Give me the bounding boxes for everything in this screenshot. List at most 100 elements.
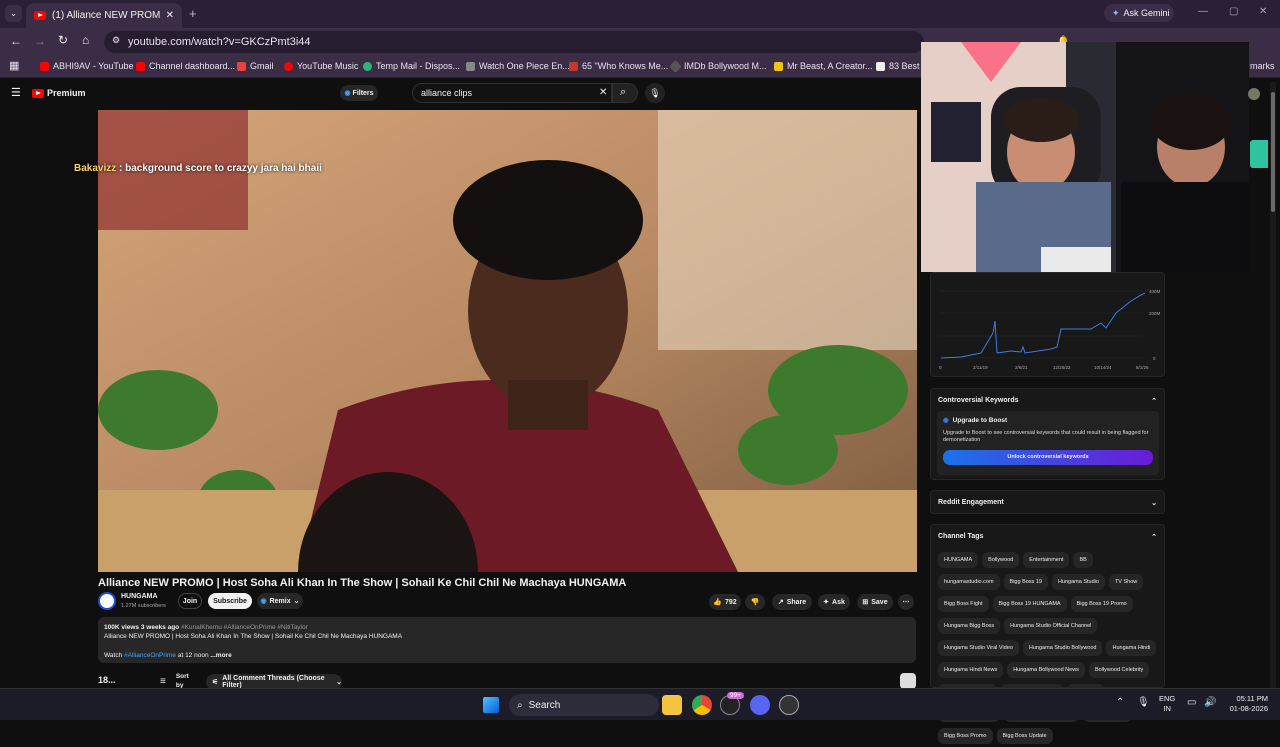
channel-tag-chip[interactable]: Bigg Boss Update bbox=[996, 728, 1053, 744]
channel-tag-chip[interactable]: Hungama Bigg Boss bbox=[938, 618, 1001, 634]
gemini-icon: ✦ bbox=[1112, 7, 1120, 18]
volume-icon[interactable]: 🔊 bbox=[1204, 697, 1216, 708]
card-header[interactable]: Controversial Keywords ⌃ bbox=[931, 389, 1164, 413]
language-indicator[interactable]: ENG IN bbox=[1159, 694, 1175, 714]
bookmark-item[interactable]: Watch One Piece En... bbox=[466, 61, 570, 71]
bookmark-label: 65 "Who Knows Me... bbox=[582, 61, 669, 71]
chevron-down-icon: ⌄ bbox=[293, 598, 300, 605]
taskbar-search[interactable]: ⌕ Search bbox=[509, 694, 659, 716]
description-text: at 12 noon bbox=[176, 652, 209, 659]
close-tab-icon[interactable]: ✕ bbox=[166, 10, 174, 21]
bookmark-item[interactable]: YouTube Music bbox=[284, 61, 358, 71]
channel-tag-chip[interactable]: hungamastudio.com bbox=[938, 574, 1000, 590]
bookmark-item[interactable]: 65 "Who Knows Me... bbox=[569, 61, 668, 71]
forward-icon[interactable]: → bbox=[34, 34, 46, 48]
channel-tag-chip[interactable]: Hungama Studio Bollywood bbox=[1022, 640, 1103, 656]
upgrade-title: Upgrade to Boost bbox=[952, 416, 1008, 424]
channel-tag-chip[interactable]: Bigg Boss Promo bbox=[938, 728, 993, 744]
bookmark-item[interactable]: Gmail bbox=[237, 61, 274, 71]
y-tick-label: 0 bbox=[1153, 356, 1156, 361]
profile-avatar[interactable] bbox=[900, 673, 916, 689]
tab-youtube[interactable]: (1) Alliance NEW PROMO | Host ✕ bbox=[26, 3, 182, 28]
channel-tag-chip[interactable]: Hungama Hindi News bbox=[938, 662, 1004, 678]
all-bookmarks-item[interactable]: marks bbox=[1250, 61, 1275, 71]
tab-list-button[interactable]: ⌄ bbox=[5, 5, 22, 22]
channel-tag-chip[interactable]: BB bbox=[1073, 552, 1093, 568]
channel-tag-chip[interactable]: Hungama Bollywood News bbox=[1007, 662, 1085, 678]
site-info-icon[interactable]: ⚙ bbox=[112, 35, 120, 46]
show-hidden-icons[interactable]: ⌃ bbox=[1116, 697, 1124, 708]
filters-button[interactable]: ◉ Filters bbox=[340, 85, 378, 101]
chat-username: Bakavizz bbox=[74, 163, 117, 174]
start-icon[interactable] bbox=[483, 697, 499, 713]
side-extension-tab[interactable] bbox=[1250, 140, 1268, 168]
ask-button[interactable]: ✦ Ask bbox=[818, 594, 850, 610]
bookmark-item[interactable]: Mr Beast, A Creator... bbox=[774, 61, 873, 71]
bookmark-label: Temp Mail - Dispos... bbox=[376, 61, 461, 71]
share-icon: ↗ bbox=[777, 599, 784, 606]
url-text: youtube.com/watch?v=GKCzPmt3i44 bbox=[128, 36, 311, 48]
voice-search-button[interactable]: 🎙 bbox=[645, 83, 665, 103]
home-icon[interactable]: ⌂ bbox=[82, 33, 89, 47]
x-tick-label: 0 bbox=[939, 365, 942, 370]
obs-icon[interactable] bbox=[779, 695, 799, 715]
ask-gemini-button[interactable]: ✦ Ask Gemini bbox=[1104, 4, 1174, 22]
unlock-keywords-button[interactable]: Unlock controversial keywords bbox=[943, 450, 1153, 465]
microphone-icon[interactable]: 🎙 bbox=[1137, 697, 1150, 708]
reload-icon[interactable]: ↻ bbox=[58, 33, 68, 47]
search-input[interactable]: alliance clips ✕ bbox=[412, 83, 612, 103]
save-button[interactable]: ⊞ Save bbox=[857, 594, 893, 610]
channel-tag-chip[interactable]: Bigg Boss 19 bbox=[1003, 574, 1048, 590]
channel-name[interactable]: HUNGAMA bbox=[121, 593, 158, 600]
video-player[interactable] bbox=[98, 110, 917, 572]
reddit-engagement-card[interactable]: Reddit Engagement ⌄ bbox=[930, 490, 1165, 514]
minimize-button[interactable]: — bbox=[1198, 6, 1208, 17]
hamburger-menu-icon[interactable]: ☰ bbox=[11, 86, 21, 99]
channel-tag-chip[interactable]: Bollywood Celebrity bbox=[1088, 662, 1150, 678]
channel-tag-chip[interactable]: Bigg Boss Fight bbox=[938, 596, 989, 612]
new-tab-button[interactable]: + bbox=[189, 6, 197, 21]
card-header[interactable]: Channel Tags ⌃ bbox=[931, 525, 1164, 549]
network-icon[interactable]: ▭ bbox=[1187, 697, 1196, 708]
file-explorer-icon[interactable] bbox=[662, 695, 682, 715]
bookmark-item[interactable]: IMDb Bollywood M... bbox=[669, 59, 767, 73]
scrollbar-thumb[interactable] bbox=[1271, 92, 1275, 212]
apps-grid-icon[interactable]: ▦ bbox=[9, 59, 19, 72]
channel-avatar[interactable] bbox=[98, 592, 116, 610]
channel-tag-chip[interactable]: TV Show bbox=[1108, 574, 1144, 590]
channel-tag-chip[interactable]: Hungama Studio Viral Video bbox=[938, 640, 1019, 656]
address-bar[interactable]: ⚙ youtube.com/watch?v=GKCzPmt3i44 bbox=[104, 31, 924, 53]
channel-tag-chip[interactable]: Hungama Hindi bbox=[1106, 640, 1157, 656]
dislike-button[interactable]: 👎 bbox=[745, 594, 765, 610]
channel-tag-chip[interactable]: Hungama Studio bbox=[1051, 574, 1105, 590]
youtube-premium-logo[interactable]: Premium bbox=[32, 88, 86, 98]
maximize-button[interactable]: ▢ bbox=[1229, 6, 1238, 17]
like-button[interactable]: 👍 792 bbox=[709, 594, 741, 610]
back-icon[interactable]: ← bbox=[10, 34, 22, 48]
chrome-icon[interactable] bbox=[692, 695, 712, 715]
more-actions-button[interactable]: ⋯ bbox=[898, 594, 914, 610]
search-button[interactable]: ⌕ bbox=[612, 83, 638, 103]
close-window-button[interactable]: ✕ bbox=[1259, 6, 1267, 17]
channel-tag-chip[interactable]: Entertainment bbox=[1023, 552, 1070, 568]
subscribe-button[interactable]: Subscribe bbox=[208, 593, 252, 609]
bookmark-item[interactable]: Channel dashboard... bbox=[136, 61, 235, 71]
channel-tag-chip[interactable]: Bollywood bbox=[982, 552, 1020, 568]
channel-tag-chip[interactable]: Bigg Boss 19 Promo bbox=[1070, 596, 1133, 612]
video-description[interactable]: 100K views 3 weeks ago #KunalKhemu #Alli… bbox=[98, 617, 916, 663]
remix-button[interactable]: ◉ Remix ⌄ bbox=[257, 593, 303, 609]
clock[interactable]: 05:11 PM 01-08-2026 bbox=[1226, 694, 1268, 714]
channel-tag-chip[interactable]: HUNGAMA bbox=[938, 552, 979, 568]
bookmark-item[interactable]: Temp Mail - Dispos... bbox=[363, 61, 460, 71]
channel-tag-chip[interactable]: Hungama Studio Official Channel bbox=[1004, 618, 1098, 634]
sparkle-icon: ✦ bbox=[823, 599, 830, 606]
join-button[interactable]: Join bbox=[178, 593, 202, 609]
show-more-link[interactable]: ...more bbox=[210, 652, 231, 659]
bookmark-item[interactable]: ABHI9AV - YouTube bbox=[40, 61, 134, 71]
share-button[interactable]: ↗ Share bbox=[772, 594, 812, 610]
discord-icon[interactable] bbox=[750, 695, 770, 715]
clear-search-icon[interactable]: ✕ bbox=[599, 87, 607, 98]
hashtag-link[interactable]: #AllianceOnPrime bbox=[124, 652, 176, 659]
account-avatar[interactable] bbox=[1248, 88, 1260, 100]
channel-tag-chip[interactable]: Bigg Boss 19 HUNGAMA bbox=[992, 596, 1067, 612]
